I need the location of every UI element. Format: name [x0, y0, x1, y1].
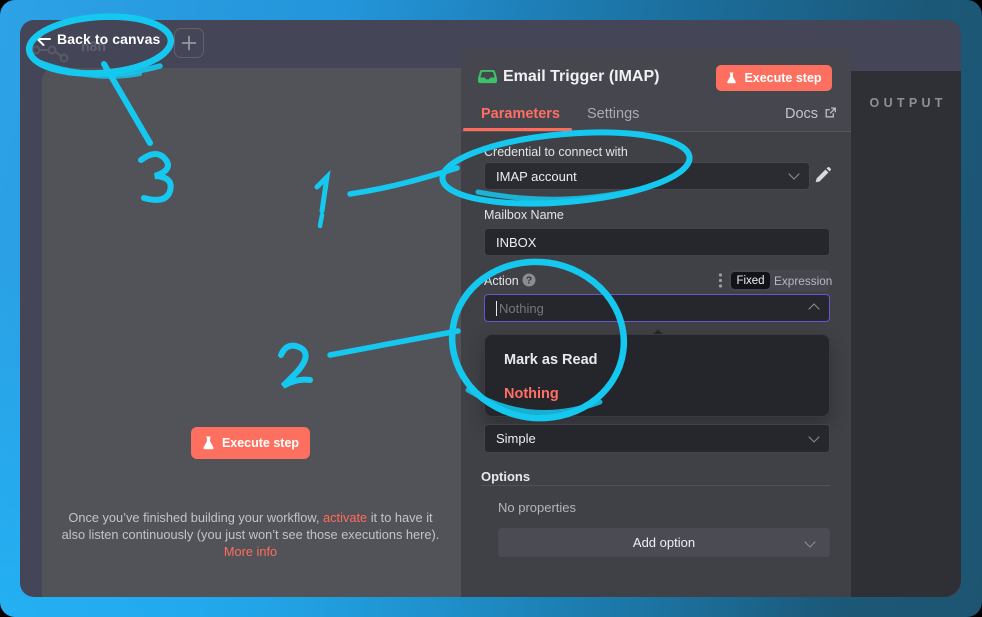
svg-text:?: ?	[526, 275, 532, 286]
